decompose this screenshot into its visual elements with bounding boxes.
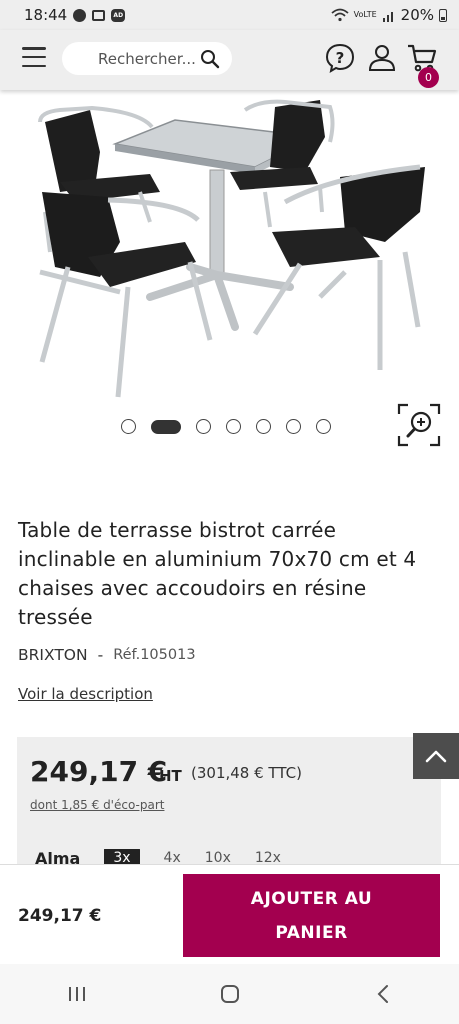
home-icon[interactable] bbox=[219, 983, 241, 1005]
volte-indicator: VoLTE bbox=[353, 10, 377, 19]
zoom-icon[interactable] bbox=[396, 402, 442, 448]
cart-badge: 0 bbox=[418, 67, 439, 88]
price-ht: 249,17 € bbox=[30, 755, 168, 788]
menu-icon[interactable] bbox=[22, 47, 46, 67]
carousel-dot[interactable] bbox=[226, 419, 241, 434]
status-left: 18:44 AD bbox=[24, 6, 126, 24]
user-icon[interactable] bbox=[366, 42, 398, 74]
price-box: 249,17 € HT (301,48 € TTC) dont 1,85 € d… bbox=[17, 737, 441, 867]
svg-text:?: ? bbox=[336, 49, 345, 67]
carousel-dot[interactable] bbox=[196, 419, 211, 434]
brand-row: BRIXTON - Réf.105013 bbox=[18, 646, 196, 664]
carousel-dot[interactable] bbox=[286, 419, 301, 434]
sticky-footer: 249,17 € AJOUTER AU PANIER bbox=[0, 864, 459, 964]
add-to-cart-label-line2: PANIER bbox=[275, 923, 348, 943]
status-bar: 18:44 AD VoLTE 20% bbox=[0, 0, 459, 30]
back-icon[interactable] bbox=[372, 983, 394, 1005]
ad-icon: AD bbox=[111, 8, 126, 22]
battery-icon bbox=[439, 8, 447, 22]
add-to-cart-button[interactable]: AJOUTER AU PANIER bbox=[183, 874, 440, 957]
add-to-cart-label-line1: AJOUTER AU bbox=[250, 889, 373, 909]
help-icon[interactable]: ? bbox=[324, 42, 356, 74]
newspaper-icon bbox=[92, 9, 106, 21]
carousel-dot[interactable] bbox=[316, 419, 331, 434]
product-title: Table de terrasse bistrot carrée inclina… bbox=[18, 518, 417, 629]
search-placeholder: Rechercher... bbox=[98, 49, 196, 68]
carousel-dots bbox=[121, 419, 331, 434]
carousel-dot[interactable] bbox=[256, 419, 271, 434]
brand-name[interactable]: BRIXTON bbox=[18, 646, 88, 664]
eco-part-link[interactable]: dont 1,85 € d'éco-part bbox=[30, 798, 164, 812]
footer-price: 249,17 € bbox=[18, 906, 102, 926]
product-reference: Réf.105013 bbox=[113, 647, 196, 663]
chevron-up-icon bbox=[425, 750, 447, 763]
globe-icon bbox=[73, 8, 87, 22]
battery-percent: 20% bbox=[400, 6, 434, 24]
scroll-to-top-button[interactable] bbox=[413, 733, 459, 779]
app-header: Rechercher... ? 0 bbox=[0, 30, 459, 90]
system-nav-bar bbox=[0, 964, 459, 1024]
search-icon[interactable] bbox=[200, 49, 220, 69]
description-link[interactable]: Voir la description bbox=[18, 685, 153, 703]
signal-icon bbox=[382, 11, 393, 22]
ref-separator: - bbox=[97, 646, 104, 664]
ht-label: HT bbox=[159, 767, 182, 785]
price-ttc: (301,48 € TTC) bbox=[191, 764, 302, 782]
search-input[interactable]: Rechercher... bbox=[62, 42, 232, 75]
carousel-dot-active[interactable] bbox=[151, 419, 181, 434]
status-time: 18:44 bbox=[24, 6, 68, 24]
carousel-dot[interactable] bbox=[121, 419, 136, 434]
wifi-icon bbox=[331, 8, 349, 22]
product-image[interactable] bbox=[0, 92, 459, 402]
recent-apps-icon[interactable] bbox=[66, 984, 88, 1004]
status-right: VoLTE 20% bbox=[331, 6, 447, 24]
